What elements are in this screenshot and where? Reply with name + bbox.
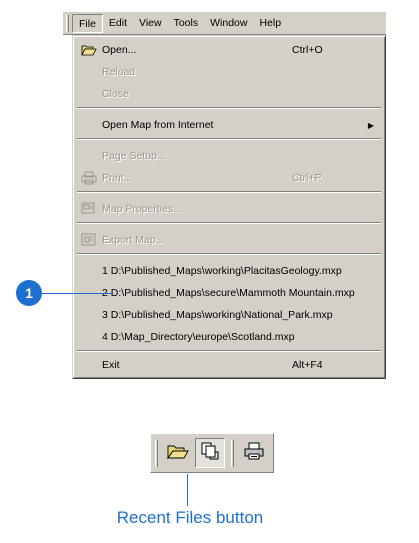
menu-item-reload[interactable]: Reload (76, 61, 382, 83)
menu-edit[interactable]: Edit (103, 14, 133, 33)
menu-item-label: Exit (102, 359, 120, 371)
toolbar-separator (231, 440, 234, 467)
menu-separator (77, 138, 381, 140)
menu-item-map-properties[interactable]: Map Properties... (76, 198, 382, 220)
menu-separator (77, 350, 381, 352)
menu-view[interactable]: View (133, 14, 168, 33)
menu-item-close[interactable]: Close (76, 83, 382, 105)
menu-separator (77, 253, 381, 255)
menu-item-label: Open... (102, 44, 137, 56)
menu-item-label: Page Setup... (102, 150, 166, 162)
menu-window[interactable]: Window (204, 14, 253, 33)
menu-file[interactable]: File (72, 13, 103, 33)
menu-item-label: Export Map... (102, 234, 165, 246)
print-button[interactable] (239, 438, 269, 468)
menu-help[interactable]: Help (253, 14, 287, 33)
menubar-grip[interactable] (66, 14, 69, 32)
menu-item-label: Print... (102, 172, 133, 184)
toolbar-grip[interactable] (155, 440, 158, 467)
recent-file-path: 2 D:\Published_Maps\secure\Mammoth Mount… (102, 287, 355, 299)
recent-files-button[interactable] (195, 438, 225, 468)
submenu-arrow-icon: ▶ (367, 120, 374, 130)
menu-item-page-setup[interactable]: Page Setup... (76, 145, 382, 167)
toolbar (150, 433, 274, 473)
pointer-line (187, 474, 188, 506)
menu-item-exit[interactable]: Exit Alt+F4 (76, 354, 382, 376)
printer-icon (80, 170, 98, 186)
menu-item-recent-file-4[interactable]: 4 D:\Map_Directory\europe\Scotland.mxp (76, 326, 382, 348)
menu-separator (77, 222, 381, 224)
menu-item-label: Open Map from Internet (102, 119, 214, 131)
menu-item-recent-file-2[interactable]: 2 D:\Published_Maps\secure\Mammoth Mount… (76, 282, 382, 304)
menu-item-label: Reload (102, 66, 136, 78)
menu-item-recent-file-3[interactable]: 3 D:\Published_Maps\working\National_Par… (76, 304, 382, 326)
export-map-icon (80, 232, 98, 248)
printer-icon (243, 441, 265, 466)
menu-item-open-map-from-internet[interactable]: Open Map from Internet ▶ (76, 114, 382, 136)
file-menu-dropdown: Open... Ctrl+O Reload Close Open Map fro… (72, 35, 386, 379)
menu-item-label: Close (102, 88, 129, 100)
open-folder-icon (80, 42, 98, 58)
recent-file-path: 1 D:\Published_Maps\working\PlacitasGeol… (102, 265, 342, 277)
menu-separator (77, 191, 381, 193)
open-folder-icon (167, 442, 189, 465)
recent-files-icon (200, 441, 220, 466)
menu-item-export-map[interactable]: Export Map... (76, 229, 382, 251)
menu-tools[interactable]: Tools (168, 14, 205, 33)
map-properties-icon (80, 201, 98, 217)
menu-item-shortcut: Ctrl+O (292, 44, 323, 56)
menu-item-print[interactable]: Print... Ctrl+P (76, 167, 382, 189)
menu-item-shortcut: Alt+F4 (292, 359, 323, 371)
recent-file-path: 4 D:\Map_Directory\europe\Scotland.mxp (102, 331, 295, 343)
menu-bar: File Edit View Tools Window Help (63, 11, 386, 35)
callout-badge: 1 (16, 280, 42, 306)
menu-separator (77, 107, 381, 109)
open-button[interactable] (163, 438, 193, 468)
menu-item-label: Map Properties... (102, 203, 182, 215)
menu-item-recent-file-1[interactable]: 1 D:\Published_Maps\working\PlacitasGeol… (76, 260, 382, 282)
menu-item-open[interactable]: Open... Ctrl+O (76, 39, 382, 61)
menu-item-shortcut: Ctrl+P (292, 172, 322, 184)
recent-file-path: 3 D:\Published_Maps\working\National_Par… (102, 309, 333, 321)
recent-files-caption: Recent Files button (116, 508, 264, 527)
callout-leader-line (42, 293, 112, 294)
